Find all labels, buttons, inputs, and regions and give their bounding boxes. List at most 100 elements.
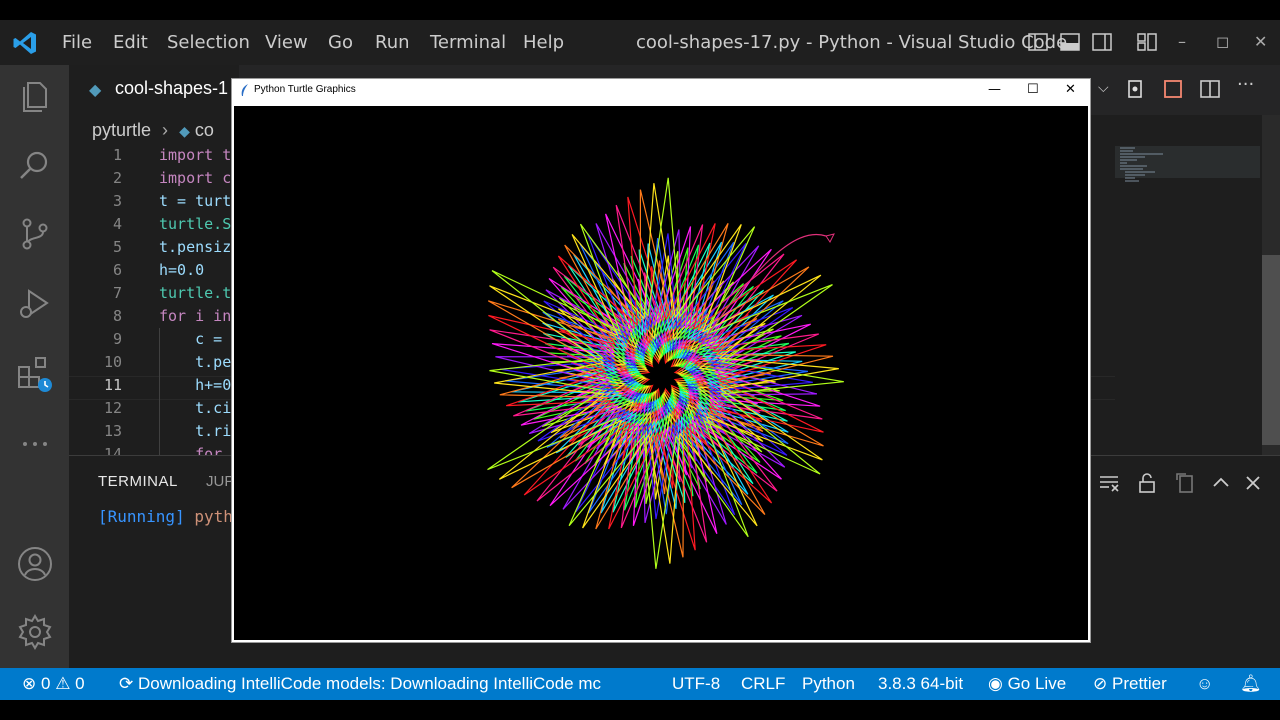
window-title: cool-shapes-17.py - Python - Visual Stud… (636, 32, 1068, 53)
line-number: 2 (112, 169, 122, 187)
turtle-cursor-icon (825, 233, 835, 243)
toggle-panel-icon[interactable] (1059, 31, 1081, 53)
error-icon: ⊗ (22, 674, 37, 693)
line-number: 10 (103, 353, 122, 371)
chevron-down-icon[interactable]: ⌵ (1098, 80, 1109, 96)
code-line: h=0.0 (159, 261, 205, 279)
run-debug-icon[interactable] (16, 285, 54, 323)
code-line: c = (159, 330, 232, 348)
code-line: t.ri (159, 422, 232, 440)
turtle-graphics-window: Python Turtle Graphics — ☐ ✕ (231, 78, 1091, 643)
lock-icon[interactable] (1136, 472, 1158, 494)
menu-run[interactable]: Run (375, 32, 410, 53)
bottom-letterbox (0, 700, 1280, 720)
terminal-command: pyth (194, 507, 233, 526)
split-editor-icon[interactable] (1199, 78, 1221, 100)
star-outline (489, 183, 839, 564)
star-outline (488, 189, 834, 558)
turtle-window-title: Python Turtle Graphics (254, 84, 356, 95)
settings-gear-icon[interactable] (16, 613, 54, 651)
stop-icon[interactable] (1162, 78, 1184, 100)
interpreter-status[interactable]: 3.8.3 64-bit (878, 674, 963, 694)
turtle-title-bar[interactable]: Python Turtle Graphics — ☐ ✕ (232, 79, 1090, 104)
line-number: 8 (112, 307, 122, 325)
toggle-secondary-sidebar-icon[interactable] (1091, 31, 1113, 53)
code-line: import t (159, 146, 232, 164)
more-actions-icon[interactable]: ··· (1237, 74, 1254, 95)
code-line: turtle.S (159, 215, 232, 233)
prettier-icon: ⊘ (1093, 674, 1108, 693)
activity-bar (0, 65, 69, 668)
turtle-close-button[interactable]: ✕ (1065, 82, 1076, 97)
intellicode-message: Downloading IntelliCode models: Download… (137, 674, 602, 693)
account-icon[interactable] (16, 545, 54, 583)
indent-guide (159, 374, 160, 397)
menu-edit[interactable]: Edit (113, 32, 148, 53)
top-letterbox (0, 0, 1280, 20)
python-file-icon: ◆ (89, 80, 102, 99)
line-number: 11 (103, 376, 122, 394)
broadcast-icon: ◉ (988, 674, 1003, 693)
turtle-minimize-button[interactable]: — (988, 82, 1001, 97)
breadcrumb-folder[interactable]: pyturtle (92, 120, 151, 140)
line-number: 12 (103, 399, 122, 417)
problems-indicator[interactable]: ⊗ 0 ⚠ 0 (22, 674, 85, 694)
line-number: 6 (112, 261, 122, 279)
line-number: 9 (112, 330, 122, 348)
terminal-output: [Running] pyth (98, 507, 233, 526)
go-live-button[interactable]: ◉ Go Live (988, 674, 1066, 694)
search-icon[interactable] (16, 147, 54, 185)
source-control-icon[interactable] (16, 215, 54, 253)
encoding-status[interactable]: UTF-8 (672, 674, 720, 694)
editor-tab-label[interactable]: cool-shapes-1 (115, 78, 228, 99)
warning-icon: ⚠ (55, 674, 71, 693)
maximize-button[interactable]: ◻ (1216, 32, 1229, 51)
minimize-button[interactable]: – (1178, 32, 1186, 51)
indent-guide (159, 397, 160, 420)
code-line: h+=0 (159, 376, 232, 394)
minimap[interactable] (1115, 140, 1265, 188)
code-line: t.ci (159, 399, 232, 417)
rainbow-star-drawing (487, 177, 844, 569)
code-line: import c (159, 169, 232, 187)
editor-scrollbar-thumb[interactable] (1262, 255, 1280, 445)
customize-layout-icon[interactable] (1136, 31, 1158, 53)
menu-help[interactable]: Help (523, 32, 564, 53)
editor-actions: ⌵ ··· (1092, 74, 1272, 100)
toggle-sidebar-icon[interactable] (1027, 31, 1049, 53)
chevron-right-icon: › (162, 120, 169, 140)
open-preview-icon[interactable] (1124, 78, 1146, 100)
turtle-maximize-button[interactable]: ☐ (1027, 82, 1039, 97)
menu-file[interactable]: File (62, 32, 92, 53)
turtle-canvas[interactable] (234, 106, 1088, 640)
language-status[interactable]: Python (802, 674, 855, 694)
breadcrumb: pyturtle › ◆ co (92, 120, 214, 141)
clear-output-icon[interactable] (1098, 472, 1120, 494)
menu-go[interactable]: Go (328, 32, 353, 53)
prettier-status[interactable]: ⊘ Prettier (1093, 674, 1167, 694)
panel-tab-terminal[interactable]: TERMINAL (98, 473, 178, 490)
code-line: for i in (159, 307, 232, 325)
close-panel-icon[interactable] (1242, 472, 1264, 494)
close-button[interactable]: ✕ (1254, 32, 1267, 51)
more-icon[interactable] (16, 425, 54, 463)
feedback-icon[interactable]: ☺ (1196, 674, 1213, 694)
extensions-icon[interactable] (16, 355, 54, 393)
chevron-up-icon[interactable] (1210, 472, 1232, 494)
breadcrumb-file[interactable]: co (195, 120, 214, 140)
line-number: 5 (112, 238, 122, 256)
python-file-icon: ◆ (179, 123, 190, 139)
eol-status[interactable]: CRLF (741, 674, 785, 694)
explorer-icon[interactable] (16, 77, 54, 115)
intellicode-status[interactable]: ⟳ Downloading IntelliCode models: Downlo… (119, 674, 601, 694)
code-line: t.pe (159, 353, 232, 371)
menu-terminal[interactable]: Terminal (430, 32, 506, 53)
indent-guide (159, 351, 160, 374)
code-line: t.pensiz (159, 238, 232, 256)
menu-selection[interactable]: Selection (167, 32, 250, 53)
notifications-bell-icon[interactable]: 🔔︎ (1240, 674, 1262, 694)
feather-icon (241, 84, 248, 96)
copy-icon[interactable] (1174, 472, 1196, 494)
menu-view[interactable]: View (265, 32, 308, 53)
indent-guide (159, 328, 160, 351)
